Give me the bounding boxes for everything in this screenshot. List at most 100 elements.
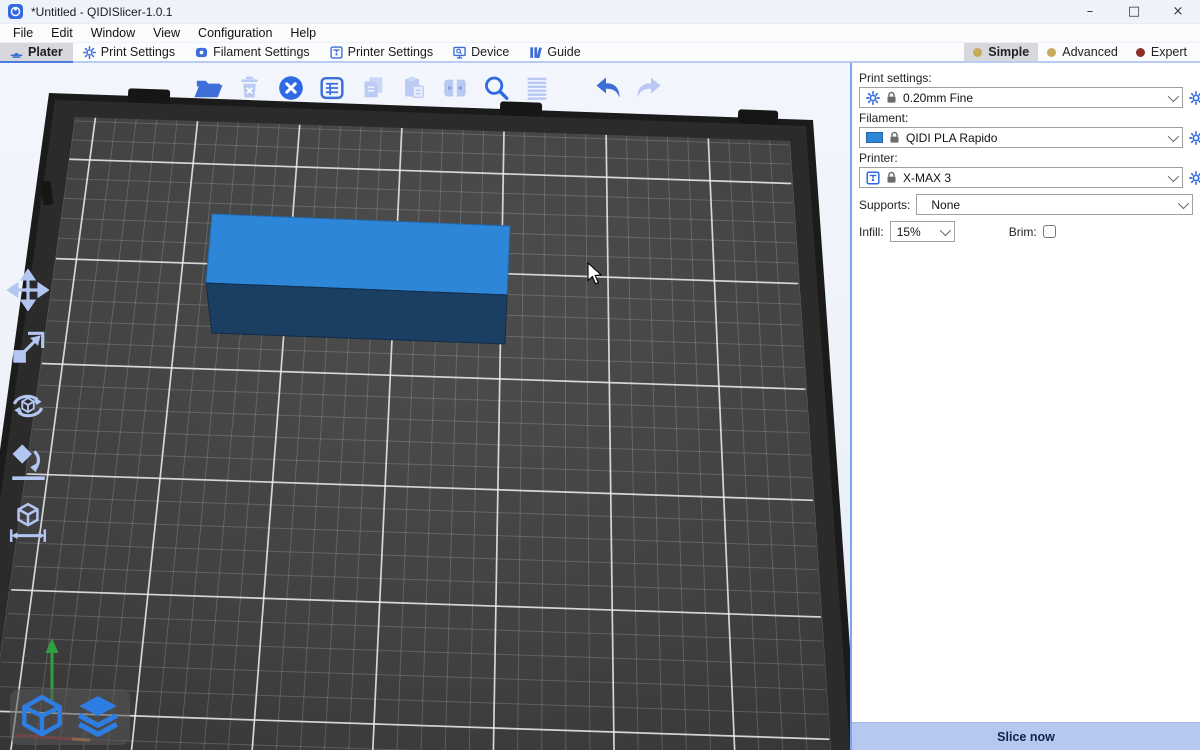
paste-button[interactable] [397,71,430,104]
place-on-face-tool-button[interactable] [7,443,49,485]
maximize-button[interactable]: □ [1112,0,1156,23]
scale-tool-button[interactable] [7,327,49,369]
printer-icon [330,46,343,59]
layer-bars-icon [522,73,552,103]
move-icon [7,269,49,311]
filament-icon [195,46,208,59]
open-folder-icon [193,72,224,103]
copy-button[interactable] [356,71,389,104]
infill-select[interactable]: 15% [890,221,955,242]
mode-advanced[interactable]: Advanced [1038,43,1127,61]
arrange-icon [317,73,347,103]
mode-expert[interactable]: Expert [1127,43,1196,61]
split-icon [440,73,470,103]
open-project-button[interactable] [192,71,225,104]
redo-icon [633,72,665,104]
chevron-down-icon [939,224,950,235]
move-tool-button[interactable] [7,269,49,311]
lock-icon [886,171,897,184]
rotate-tool-button[interactable] [7,385,49,427]
paste-icon [399,73,429,103]
simple-dot-icon [973,48,982,57]
plater-icon [10,46,23,59]
viewport-toolbar [192,71,665,104]
menu-window[interactable]: Window [82,24,144,43]
tab-device[interactable]: Device [443,43,519,61]
supports-select[interactable]: None [916,194,1193,215]
close-button[interactable]: × [1156,0,1200,23]
minimize-button[interactable]: – [1068,0,1112,23]
supports-value: None [923,198,1172,212]
print-settings-label: Print settings: [859,71,1193,85]
app-icon [8,4,23,19]
delete-all-button[interactable] [274,71,307,104]
slice-now-button[interactable]: Slice now [852,722,1200,750]
filament-select[interactable]: QIDI PLA Rapido [859,127,1183,148]
delete-all-icon [276,73,306,103]
tab-printer-settings[interactable]: Printer Settings [320,43,443,61]
arrange-button[interactable] [315,71,348,104]
chevron-down-icon [1178,197,1189,208]
guide-books-icon [529,46,542,59]
undo-button[interactable] [591,71,624,104]
filament-value: QIDI PLA Rapido [906,131,1162,145]
printer-select[interactable]: X-MAX 3 [859,167,1183,188]
print-bed [0,88,850,750]
undo-icon [592,72,624,104]
measure-icon [7,501,49,543]
menu-configuration[interactable]: Configuration [189,24,281,43]
scale-icon [7,327,49,369]
place-on-face-icon [7,443,49,485]
print-settings-select[interactable]: 0.20mm Fine [859,87,1183,108]
printer-gear-button[interactable] [1189,171,1200,185]
advanced-dot-icon [1047,48,1056,57]
device-monitor-icon [453,46,466,59]
window-title: *Untitled - QIDISlicer-1.0.1 [31,5,172,19]
trash-icon [235,73,264,102]
model-box-object[interactable] [206,214,510,344]
menu-edit[interactable]: Edit [42,24,82,43]
printer-label: Printer: [859,151,1193,165]
infill-value: 15% [897,225,934,239]
menu-view[interactable]: View [144,24,189,43]
measure-tool-button[interactable] [7,501,49,543]
tab-filament-settings[interactable]: Filament Settings [185,43,320,61]
gear-icon [1189,171,1200,185]
preview-layers-button[interactable] [74,693,122,741]
redo-button[interactable] [632,71,665,104]
delete-button[interactable] [233,71,266,104]
3d-scene-canvas [0,63,850,750]
gear-icon [83,46,96,59]
chevron-down-icon [1168,130,1179,141]
gear-icon [866,91,880,105]
infill-label: Infill: [859,225,884,239]
tab-print-settings[interactable]: Print Settings [73,43,185,61]
brim-checkbox[interactable] [1043,225,1056,238]
tab-plater[interactable]: Plater [0,43,73,61]
tab-bar: Plater Print Settings Filament Settings … [0,43,1200,63]
editor-view-button[interactable] [18,693,66,741]
brim-label: Brim: [1009,225,1037,239]
menu-file[interactable]: File [4,24,42,43]
copy-icon [358,73,388,103]
lock-icon [886,91,897,104]
object-manipulation-toolbar [7,269,49,543]
3d-viewport[interactable] [0,63,850,750]
settings-panel: Print settings: 0.20mm Fine Filament: QI… [850,63,1200,750]
menu-help[interactable]: Help [281,24,325,43]
print-settings-gear-button[interactable] [1189,91,1200,105]
lock-icon [889,131,900,144]
supports-label: Supports: [859,198,910,212]
chevron-down-icon [1168,90,1179,101]
printer-value: X-MAX 3 [903,171,1162,185]
variable-layer-height-button[interactable] [520,71,553,104]
tab-guide[interactable]: Guide [519,43,590,61]
filament-gear-button[interactable] [1189,131,1200,145]
split-button[interactable] [438,71,471,104]
gear-icon [1189,131,1200,145]
view-mode-toggle [10,689,130,745]
mode-selector: Simple Advanced Expert [964,43,1200,61]
mode-simple[interactable]: Simple [964,43,1038,61]
search-button[interactable] [479,71,512,104]
rotate-icon [7,385,49,427]
